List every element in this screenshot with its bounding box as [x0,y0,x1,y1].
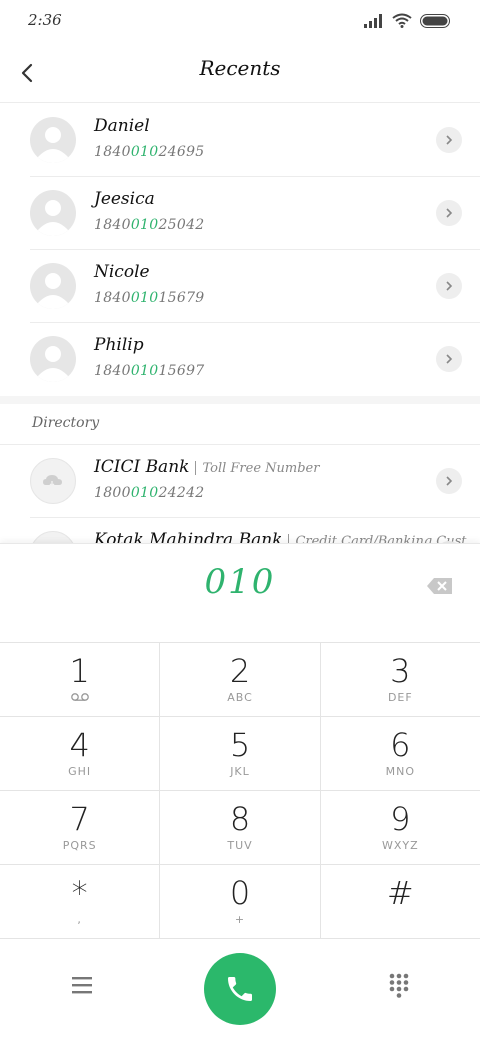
battery-icon [420,13,450,28]
directory-row[interactable]: Kotak Mahindra Bank Credit Card/Banking C… [30,518,480,543]
contact-row[interactable]: Nicole 184001015679 [30,250,480,323]
directory-header: Directory [32,415,100,431]
dialed-number[interactable]: 010 [0,562,480,602]
status-icons [364,13,452,28]
avatar [30,117,76,163]
details-button[interactable] [436,468,462,494]
keypad: 1 2 ABC 3 DEF 4 GHI 5 JKL 6 MNO 7 PQRS 8… [0,642,480,939]
chevron-right-icon [446,281,453,291]
contact-row[interactable]: Philip 184001015697 [30,323,480,395]
key-9[interactable]: 9 WXYZ [321,791,480,864]
key-2[interactable]: 2 ABC [160,643,321,716]
key-0[interactable]: 0 + [160,865,321,938]
key-4[interactable]: 4 GHI [0,717,161,790]
chevron-right-icon [446,354,453,364]
contact-number: 184001015697 [94,363,205,379]
directory-number: 180001024242 [94,485,205,501]
contact-row[interactable]: Jeesica 184001025042 [30,177,480,250]
key-8[interactable]: 8 TUV [160,791,321,864]
directory-name: ICICI Bank Toll Free Number [94,457,320,477]
contact-number: 184001024695 [94,144,205,160]
key-3[interactable]: 3 DEF [321,643,480,716]
status-bar: 2:36 [0,0,480,44]
chevron-right-icon [446,476,453,486]
avatar [30,263,76,309]
dialpad-toggle-button[interactable] [388,972,410,998]
details-button[interactable] [436,346,462,372]
contact-name: Jeesica [94,189,155,209]
dial-panel: 010 1 2 ABC 3 DEF 4 GHI 5 JKL 6 MNO 7 PQ… [0,543,480,1041]
directory-name: Kotak Mahindra Bank Credit Card/Banking C… [94,530,467,543]
phone-icon [228,977,252,1001]
voicemail-icon [70,693,89,701]
directory-row[interactable]: ICICI Bank Toll Free Number 180001024242 [30,445,480,518]
contact-name: Nicole [94,262,150,282]
status-time: 2:36 [28,11,62,29]
keypad-row: 1 2 ABC 3 DEF [0,643,480,717]
chevron-right-icon [446,135,453,145]
page-title: Recents [199,56,281,80]
key-star[interactable]: * , [0,865,161,938]
call-button[interactable] [204,953,276,1025]
chevron-right-icon [446,208,453,218]
menu-button[interactable] [70,974,94,996]
contact-row[interactable]: Daniel 184001024695 [30,104,480,177]
dialpad-icon [389,973,409,998]
menu-icon [72,977,92,994]
cloud-icon [43,475,62,487]
keypad-row: 4 GHI 5 JKL 6 MNO [0,717,480,791]
contact-number: 184001015679 [94,290,205,306]
contact-number: 184001025042 [94,217,205,233]
keypad-row: 7 PQRS 8 TUV 9 WXYZ [0,791,480,865]
details-button[interactable] [436,127,462,153]
key-7[interactable]: 7 PQRS [0,791,161,864]
key-5[interactable]: 5 JKL [160,717,321,790]
key-6[interactable]: 6 MNO [321,717,480,790]
key-1[interactable]: 1 [0,643,161,716]
backspace-button[interactable] [426,576,454,596]
directory-list: ICICI Bank Toll Free Number 180001024242 … [0,445,480,543]
key-hash[interactable]: # [321,865,480,938]
wifi-icon [392,13,412,28]
header: Recents [0,44,480,103]
keypad-row: * , 0 + # [0,865,480,939]
signal-icon [364,13,382,28]
details-button[interactable] [436,200,462,226]
bottom-actions [0,939,480,1039]
contact-name: Philip [94,335,144,355]
recents-list: Daniel 184001024695 Jeesica 184001025042… [0,104,480,395]
section-separator [0,396,480,404]
avatar [30,531,76,543]
avatar [30,458,76,504]
avatar [30,336,76,382]
details-button[interactable] [436,273,462,299]
avatar [30,190,76,236]
backspace-icon [427,578,452,594]
contact-name: Daniel [94,116,150,136]
